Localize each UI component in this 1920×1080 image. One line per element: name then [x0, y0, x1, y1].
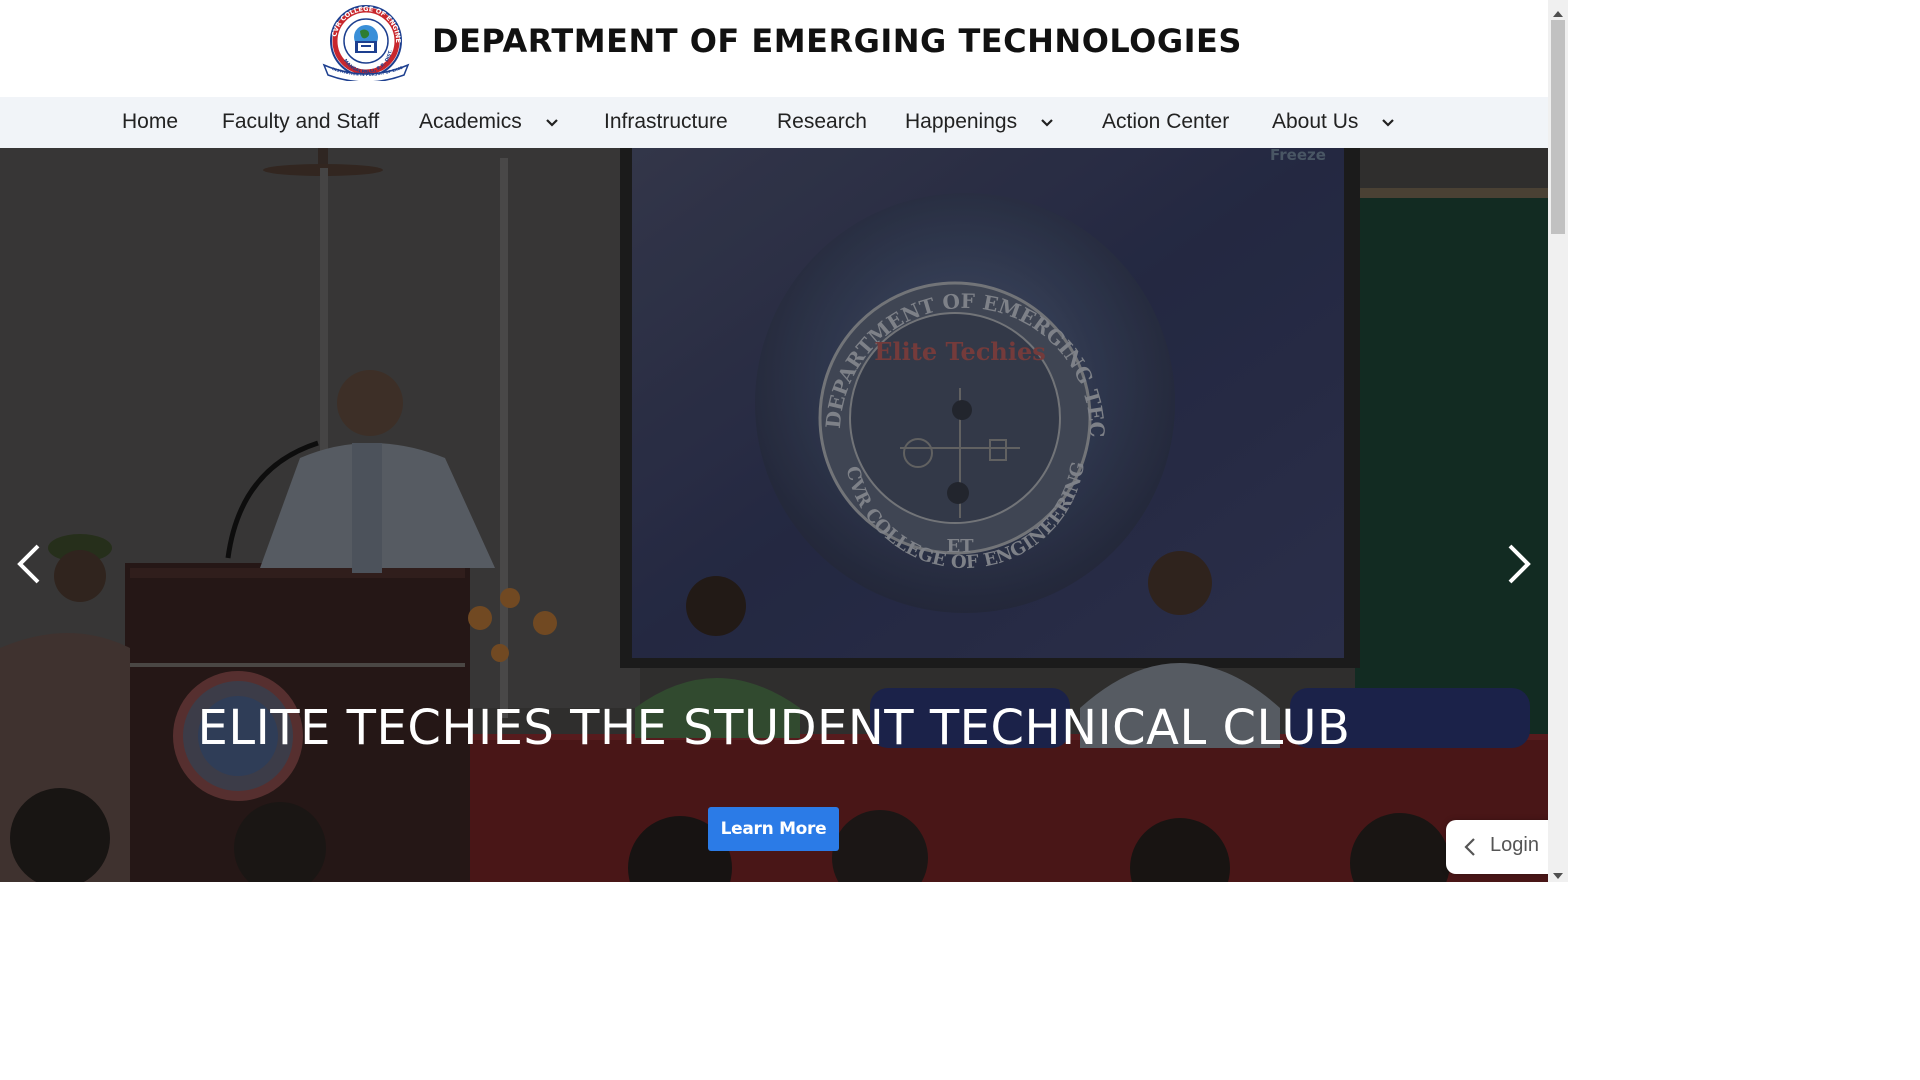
chevron-down-icon	[545, 96, 558, 145]
nav-item-academics[interactable]: Academics	[419, 97, 558, 148]
nav-item-home[interactable]: Home	[122, 97, 178, 148]
nav-item-label: Faculty and Staff	[222, 110, 380, 133]
learn-more-button[interactable]: Learn More	[708, 807, 839, 851]
nav-item-label: Home	[122, 110, 179, 133]
chevron-left-icon	[1464, 837, 1476, 861]
nav-item-faculty-and-staff[interactable]: Faculty and Staff	[222, 97, 379, 148]
site-header: CVR COLLEGE OF ENGINEERING MANGALPALLI, …	[0, 0, 1548, 97]
scrollbar-thumb[interactable]	[1551, 20, 1565, 234]
nav-item-label: About Us	[1272, 110, 1359, 133]
college-crest-icon: CVR COLLEGE OF ENGINEERING MANGALPALLI, …	[317, 0, 410, 83]
vertical-scrollbar[interactable]	[1548, 0, 1568, 882]
scroll-down-arrow-icon[interactable]	[1552, 866, 1564, 882]
nav-item-label: Academics	[419, 110, 522, 133]
nav-item-label: Research	[777, 110, 867, 133]
nav-item-label: Infrastructure	[604, 110, 728, 133]
login-label: Login	[1490, 834, 1539, 856]
main-nav: Home Faculty and Staff Academics Infrast…	[0, 97, 1548, 148]
hero-heading: ELITE TECHIES THE STUDENT TECHNICAL CLUB	[197, 700, 1351, 756]
nav-item-label: Happenings	[905, 110, 1018, 133]
login-button[interactable]: Login	[1446, 820, 1556, 874]
chevron-down-icon	[1041, 96, 1053, 145]
nav-item-research[interactable]: Research	[777, 97, 867, 148]
carousel-prev-button[interactable]	[8, 534, 48, 594]
nav-item-action-center[interactable]: Action Center	[1102, 97, 1229, 148]
chevron-down-icon	[1382, 96, 1395, 145]
nav-item-about-us[interactable]: About Us	[1272, 96, 1395, 148]
college-logo[interactable]: CVR COLLEGE OF ENGINEERING MANGALPALLI, …	[317, 0, 412, 83]
page-title: DEPARTMENT OF EMERGING TECHNOLOGIES	[432, 22, 1242, 60]
nav-item-label: Action Center	[1102, 110, 1230, 133]
carousel-next-button[interactable]	[1500, 534, 1540, 594]
nav-item-happenings[interactable]: Happenings	[905, 97, 1053, 148]
hero-slide-image: Freeze DEPARTMENT OF EMERGING TECHNOLOGI…	[0, 148, 1548, 882]
chevron-left-icon	[17, 544, 40, 584]
hero-carousel: Freeze DEPARTMENT OF EMERGING TECHNOLOGI…	[0, 148, 1548, 882]
nav-item-infrastructure[interactable]: Infrastructure	[604, 97, 728, 148]
page: CVR COLLEGE OF ENGINEERING MANGALPALLI, …	[0, 0, 1568, 882]
chevron-right-icon	[1508, 544, 1531, 584]
